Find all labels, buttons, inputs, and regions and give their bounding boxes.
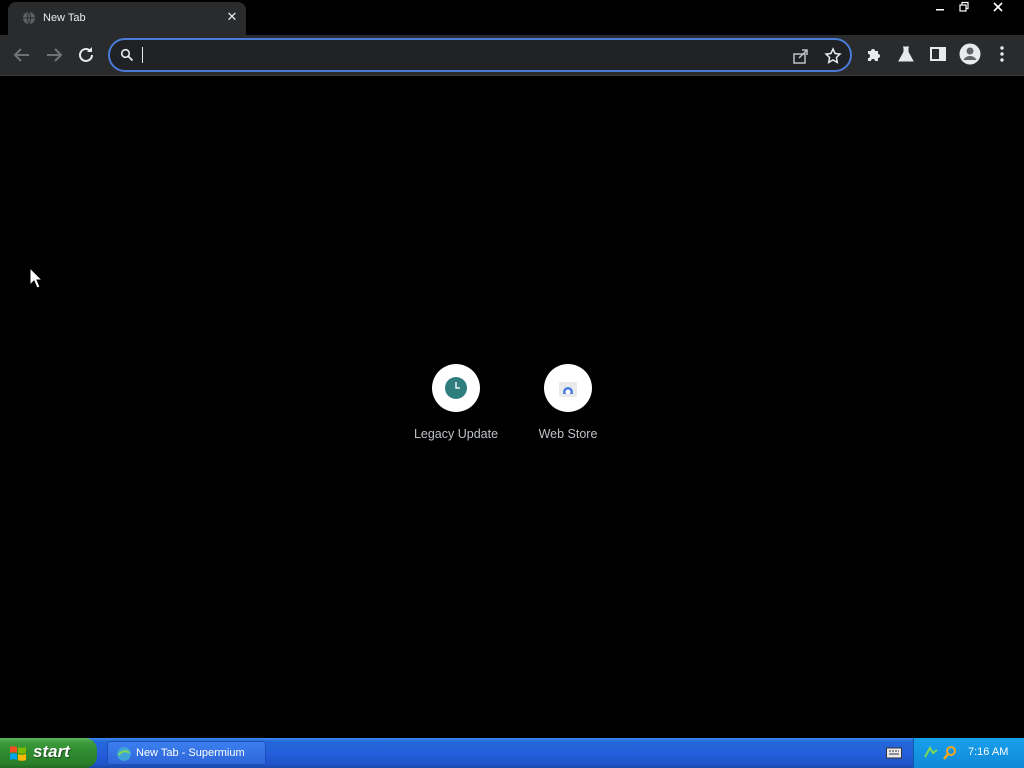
minimize-icon — [936, 9, 944, 11]
tab-title: New Tab — [43, 12, 86, 24]
labs-flask-icon[interactable] — [896, 44, 916, 64]
tab-strip: New Tab ✕ — [0, 0, 1024, 35]
menu-kebab-icon[interactable] — [992, 44, 1012, 64]
reload-icon[interactable] — [74, 43, 98, 67]
globe-icon — [23, 11, 35, 25]
start-button[interactable]: start — [0, 738, 97, 768]
tab-new-tab[interactable]: New Tab ✕ — [8, 2, 246, 35]
legacy-update-icon — [445, 377, 467, 399]
network-icon[interactable] — [923, 745, 939, 761]
address-input[interactable] — [142, 46, 762, 64]
mouse-pointer-icon — [29, 267, 43, 289]
restore-icon — [959, 1, 969, 12]
restore-button[interactable] — [952, 0, 976, 18]
back-arrow-icon[interactable] — [10, 43, 34, 67]
taskbar: start New Tab - Supermium 7:16 AM — [0, 738, 1024, 768]
shortcut-legacy-update[interactable]: Legacy Update — [400, 363, 512, 453]
address-bar[interactable] — [108, 38, 852, 72]
side-panel-icon[interactable] — [928, 44, 948, 64]
shortcut-label: Legacy Update — [413, 427, 499, 441]
shortcut-icon-circle — [432, 364, 480, 412]
minimize-button[interactable] — [928, 0, 952, 18]
extensions-puzzle-icon[interactable] — [864, 44, 884, 64]
search-icon — [120, 48, 134, 62]
bookmark-star-icon[interactable] — [824, 47, 842, 65]
search-tray-icon[interactable] — [942, 745, 958, 761]
close-icon — [993, 2, 1003, 12]
forward-arrow-icon[interactable] — [42, 43, 66, 67]
web-store-icon — [559, 382, 577, 397]
text-caret — [142, 47, 143, 63]
start-label: start — [33, 742, 70, 761]
supermium-icon — [117, 747, 131, 761]
shortcut-label: Web Store — [538, 427, 598, 441]
keyboard-icon[interactable] — [886, 747, 902, 759]
taskbar-item-supermium[interactable]: New Tab - Supermium — [107, 741, 266, 765]
clock: 7:16 AM — [968, 746, 1009, 758]
shortcut-icon-circle — [544, 364, 592, 412]
windows-flag-icon — [10, 746, 26, 761]
share-icon[interactable] — [792, 47, 810, 65]
shortcut-web-store[interactable]: Web Store — [512, 363, 624, 453]
system-tray: 7:16 AM — [913, 738, 1024, 768]
window-close-button[interactable] — [986, 0, 1010, 18]
browser-toolbar — [0, 35, 1024, 76]
tab-close-icon[interactable]: ✕ — [224, 10, 240, 26]
taskbar-item-label: New Tab - Supermium — [136, 747, 245, 759]
new-tab-page: Legacy Update Web Store — [0, 77, 1024, 738]
profile-avatar-icon[interactable] — [959, 43, 981, 65]
